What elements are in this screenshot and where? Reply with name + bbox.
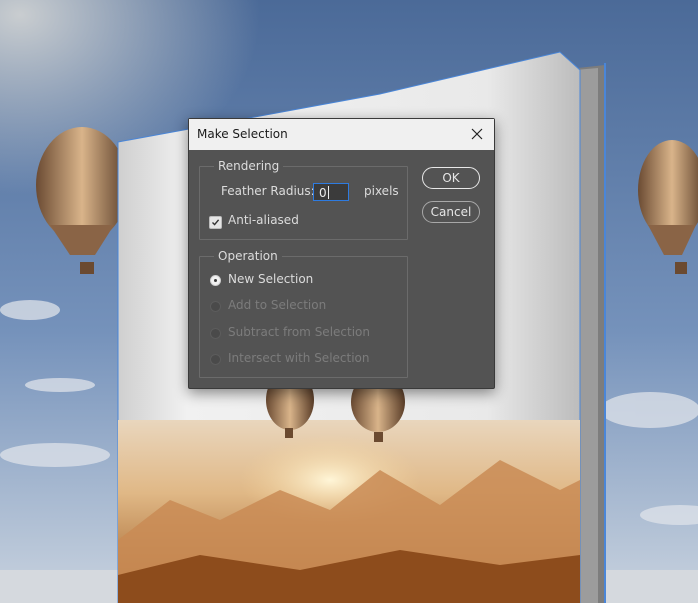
dialog-titlebar[interactable]: Make Selection (189, 119, 494, 150)
feather-radius-input[interactable]: 0 (313, 183, 349, 201)
cancel-button[interactable]: Cancel (422, 201, 480, 223)
add-to-selection-radio[interactable] (210, 301, 221, 312)
close-button[interactable] (466, 123, 488, 145)
intersect-with-selection-radio[interactable] (210, 354, 221, 365)
intersect-with-selection-label: Intersect with Selection (228, 351, 370, 365)
new-selection-radio[interactable] (210, 275, 221, 286)
anti-aliased-checkbox[interactable] (209, 216, 222, 229)
feather-radius-label: Feather Radius: (221, 184, 315, 198)
anti-aliased-label: Anti-aliased (228, 213, 299, 227)
feather-unit-label: pixels (364, 184, 399, 198)
new-selection-label: New Selection (228, 272, 314, 286)
dialog-title: Make Selection (197, 127, 288, 141)
operation-group: Operation New Selection Add to Selection… (199, 249, 408, 378)
checkmark-icon (212, 219, 220, 226)
close-icon (471, 128, 483, 140)
make-selection-dialog: Make Selection Rendering Feather Radius:… (188, 118, 495, 389)
feather-radius-value: 0 (319, 186, 327, 200)
ok-button[interactable]: OK (422, 167, 480, 189)
operation-group-label: Operation (214, 249, 282, 263)
subtract-from-selection-label: Subtract from Selection (228, 325, 370, 339)
rendering-group: Rendering Feather Radius: pixels Anti-al… (199, 159, 408, 240)
rendering-group-label: Rendering (214, 159, 284, 173)
subtract-from-selection-radio[interactable] (210, 328, 221, 339)
add-to-selection-label: Add to Selection (228, 298, 327, 312)
